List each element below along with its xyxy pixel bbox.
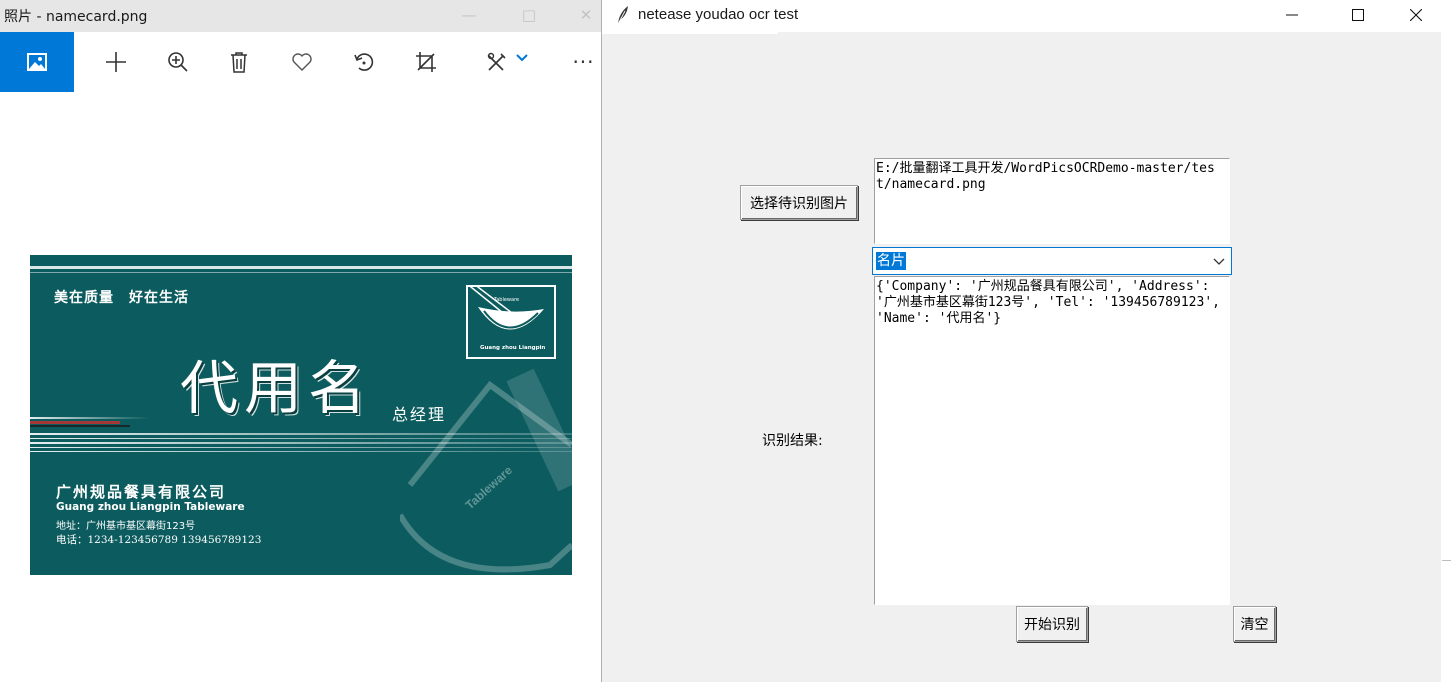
chevron-down-icon bbox=[516, 54, 528, 62]
minimize-icon[interactable] bbox=[1269, 0, 1315, 30]
photos-toolbar: ··· bbox=[0, 32, 601, 92]
result-textbox[interactable]: {'Company': '广州规品餐具有限公司', 'Address': '广州… bbox=[874, 276, 1230, 605]
ocr-titlebar[interactable]: netease youdao ocr test bbox=[602, 0, 1442, 32]
bowl-watermark: Tableware bbox=[400, 368, 572, 573]
plus-icon bbox=[106, 52, 126, 72]
edit-button[interactable] bbox=[477, 32, 537, 92]
logo-text-bottom: Guang zhou Liangpin bbox=[480, 345, 546, 351]
rotate-icon bbox=[354, 53, 374, 71]
more-button[interactable]: ··· bbox=[566, 32, 601, 92]
close-icon[interactable]: ✕ bbox=[571, 4, 601, 26]
card-company-cn: 广州规品餐具有限公司 bbox=[56, 483, 227, 501]
card-address: 地址：广州基市基区幕街123号 bbox=[56, 521, 196, 532]
feather-icon bbox=[617, 6, 628, 25]
close-icon[interactable] bbox=[1393, 0, 1439, 30]
ocr-window: netease youdao ocr test 选择待识别图片 E:/批量翻译工… bbox=[601, 0, 1442, 682]
ocr-window-title: netease youdao ocr test bbox=[638, 6, 799, 23]
namecard-image: 美在质量 好在生活 Tableware Tableware Guang zhou… bbox=[30, 255, 572, 575]
card-phone: 电话：1234-123456789 139456789123 bbox=[56, 534, 262, 546]
add-button[interactable] bbox=[92, 32, 140, 92]
minimize-icon[interactable]: — bbox=[454, 4, 484, 26]
select-image-button[interactable]: 选择待识别图片 bbox=[740, 185, 858, 220]
heart-icon bbox=[292, 53, 312, 71]
crop-icon bbox=[416, 52, 436, 72]
maximize-icon[interactable] bbox=[1335, 0, 1381, 30]
card-top-line bbox=[30, 266, 572, 269]
delete-button[interactable] bbox=[215, 32, 263, 92]
background-edge bbox=[1441, 0, 1451, 682]
card-slogan: 美在质量 好在生活 bbox=[54, 290, 189, 306]
maximize-icon[interactable]: □ bbox=[514, 4, 544, 26]
company-logo: Tableware Guang zhou Liangpin bbox=[465, 280, 556, 359]
start-recognition-button[interactable]: 开始识别 bbox=[1016, 606, 1088, 642]
card-person-name: 代用名 bbox=[180, 354, 373, 422]
ocr-type-select[interactable]: 名片 bbox=[872, 247, 1232, 275]
titlebar-underline bbox=[602, 32, 778, 34]
rotate-button[interactable] bbox=[340, 32, 388, 92]
favorite-button[interactable] bbox=[278, 32, 326, 92]
crop-button[interactable] bbox=[402, 32, 450, 92]
photos-titlebar[interactable]: 照片 - namecard.png — □ ✕ bbox=[0, 0, 601, 32]
edit-tools-icon bbox=[487, 52, 506, 71]
photos-window-title: 照片 - namecard.png bbox=[4, 9, 148, 25]
image-view-button[interactable] bbox=[0, 32, 74, 92]
image-icon bbox=[27, 53, 47, 71]
logo-text-top: Tableware bbox=[494, 297, 520, 303]
file-path-field[interactable]: E:/批量翻译工具开发/WordPicsOCRDemo-master/test/… bbox=[874, 158, 1230, 244]
card-watermark-text: Tableware bbox=[463, 463, 516, 512]
photos-window: 照片 - namecard.png — □ ✕ ··· 美在质量 好在生活 Ta… bbox=[0, 0, 601, 682]
card-company-en: Guang zhou Liangpin Tableware bbox=[56, 501, 245, 513]
zoom-button[interactable] bbox=[154, 32, 202, 92]
clear-button[interactable]: 清空 bbox=[1233, 606, 1276, 642]
background-edge-line bbox=[1442, 560, 1451, 561]
card-person-role: 总经理 bbox=[392, 405, 447, 424]
zoom-in-icon bbox=[168, 52, 188, 72]
card-top-line-thin bbox=[30, 272, 572, 273]
chevron-down-icon[interactable] bbox=[1211, 253, 1227, 269]
ocr-type-selected: 名片 bbox=[876, 252, 906, 270]
result-label: 识别结果: bbox=[762, 433, 823, 449]
trash-icon bbox=[231, 52, 247, 73]
